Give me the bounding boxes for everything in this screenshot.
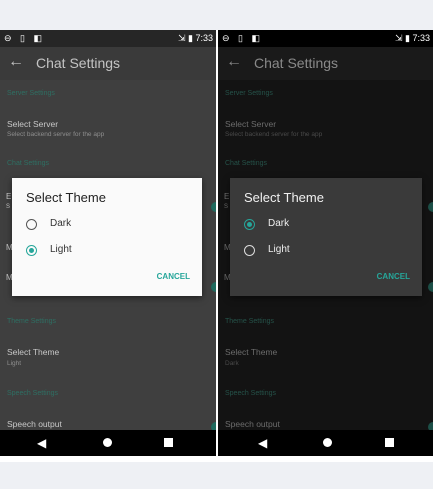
status-clock: ⇲ ▮ 7:33 <box>177 33 213 43</box>
select-server-title[interactable]: Select Server <box>7 119 58 129</box>
nav-home-icon[interactable] <box>323 438 332 447</box>
chat-settings-header: Chat Settings <box>7 160 50 167</box>
top-margin-band <box>0 0 433 30</box>
speech-settings-header: Speech Settings <box>7 390 58 397</box>
cancel-button[interactable]: CANCEL <box>377 272 410 281</box>
radio-unchecked-icon[interactable] <box>244 245 255 256</box>
select-server-title[interactable]: Select Server <box>225 119 276 129</box>
nav-recents-icon[interactable] <box>385 438 394 447</box>
toggle-switch-icon[interactable] <box>211 282 216 292</box>
hidden-setting-fragment: E <box>6 192 12 201</box>
dialog-title: Select Theme <box>26 190 106 205</box>
nav-back-icon[interactable]: ◀ <box>37 436 46 450</box>
option-light[interactable]: Light <box>244 242 404 262</box>
hidden-setting-fragment: S <box>224 204 229 210</box>
option-dark[interactable]: Dark <box>26 216 186 236</box>
option-label: Dark <box>50 218 72 229</box>
bottom-margin-band <box>0 462 433 489</box>
status-icons: ⊖ ▯ ◧ <box>222 33 263 43</box>
dialog-title: Select Theme <box>244 190 324 205</box>
server-settings-header: Server Settings <box>225 90 273 97</box>
speech-settings-header: Speech Settings <box>225 390 276 397</box>
speech-output-title[interactable]: Speech output <box>225 419 280 429</box>
select-server-subtitle: Select backend server for the app <box>225 131 323 138</box>
status-icons: ⊖ ▯ ◧ <box>4 33 45 43</box>
toggle-switch-icon[interactable] <box>428 202 433 212</box>
status-clock: ⇲ ▮ 7:33 <box>394 33 430 43</box>
option-dark[interactable]: Dark <box>244 216 404 236</box>
status-bar: ⊖ ▯ ◧ ⇲ ▮ 7:33 <box>0 30 216 47</box>
server-settings-header: Server Settings <box>7 90 55 97</box>
app-bar: ← Chat Settings <box>0 47 216 80</box>
option-light[interactable]: Light <box>26 242 186 262</box>
hidden-setting-fragment: S <box>6 204 11 210</box>
radio-checked-icon[interactable] <box>244 219 255 230</box>
page-title: Chat Settings <box>36 55 121 71</box>
option-label: Dark <box>268 218 290 229</box>
app-bar: ← Chat Settings <box>218 47 433 80</box>
navigation-bar: ◀ <box>0 430 216 456</box>
toggle-switch-icon[interactable] <box>211 202 216 212</box>
navigation-bar: ◀ <box>218 430 433 456</box>
speech-output-title[interactable]: Speech output <box>7 419 62 429</box>
radio-checked-icon[interactable] <box>26 245 37 256</box>
radio-unchecked-icon[interactable] <box>26 219 37 230</box>
select-theme-subtitle: Dark <box>225 360 239 367</box>
nav-recents-icon[interactable] <box>164 438 173 447</box>
page-title: Chat Settings <box>254 55 339 71</box>
cancel-button[interactable]: CANCEL <box>157 272 190 281</box>
hidden-setting-fragment: E <box>224 192 230 201</box>
back-arrow-icon[interactable]: ← <box>8 53 24 71</box>
back-arrow-icon[interactable]: ← <box>226 53 242 71</box>
theme-settings-header: Theme Settings <box>225 318 275 325</box>
select-theme-subtitle: Light <box>7 360 22 367</box>
theme-settings-header: Theme Settings <box>7 318 57 325</box>
nav-home-icon[interactable] <box>103 438 112 447</box>
toggle-switch-icon[interactable] <box>428 282 433 292</box>
select-theme-dialog: Select Theme Dark Light CANCEL <box>230 178 422 296</box>
phone-screen-light: ⊖ ▯ ◧ ⇲ ▮ 7:33 ← Chat Settings Server Se… <box>0 30 216 456</box>
select-theme-title[interactable]: Select Theme <box>7 347 59 357</box>
select-theme-dialog: Select Theme Dark Light CANCEL <box>12 178 202 296</box>
select-theme-title[interactable]: Select Theme <box>225 347 277 357</box>
status-bar: ⊖ ▯ ◧ ⇲ ▮ 7:33 <box>218 30 433 47</box>
chat-settings-header: Chat Settings <box>225 160 268 167</box>
option-label: Light <box>50 244 72 255</box>
option-label: Light <box>268 244 290 255</box>
nav-back-icon[interactable]: ◀ <box>258 436 267 450</box>
select-server-subtitle: Select backend server for the app <box>7 131 105 138</box>
phone-screen-dark: ⊖ ▯ ◧ ⇲ ▮ 7:33 ← Chat Settings Server Se… <box>218 30 433 456</box>
